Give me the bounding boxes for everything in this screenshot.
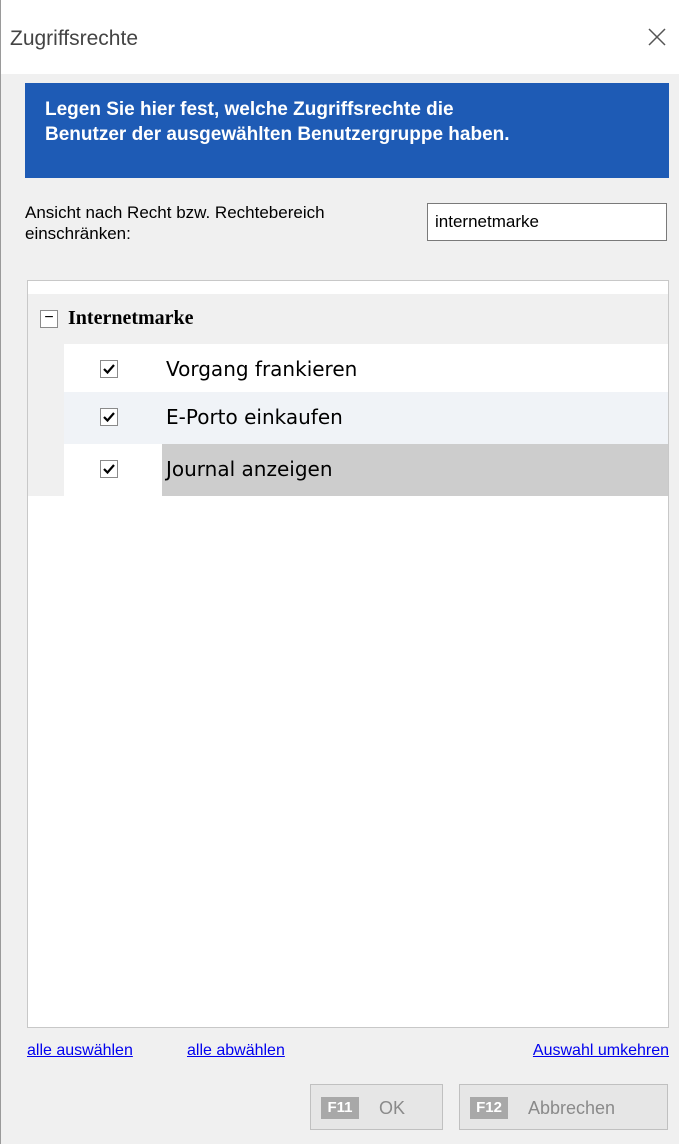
- ok-button[interactable]: F11 OK: [310, 1084, 443, 1130]
- filter-input[interactable]: [427, 203, 667, 241]
- filter-label-line2: einschränken:: [25, 224, 131, 243]
- select-all-link[interactable]: alle auswählen: [27, 1042, 133, 1060]
- permission-checkbox[interactable]: [100, 360, 118, 378]
- dialog-window: Zugriffsrechte Legen Sie hier fest, welc…: [0, 0, 679, 1144]
- info-banner: Legen Sie hier fest, welche Zugriffsrech…: [25, 83, 669, 178]
- tree-group-label: Internetmarke: [68, 307, 194, 329]
- tree-group-internetmarke[interactable]: − Internetmarke: [28, 294, 668, 344]
- shortcut-key-f11: F11: [321, 1097, 359, 1119]
- banner-text-line1: Legen Sie hier fest, welche Zugriffsrech…: [45, 99, 454, 120]
- permission-checkbox[interactable]: [100, 460, 118, 478]
- checkmark-icon: [103, 412, 115, 423]
- window-title: Zugriffsrechte: [10, 27, 138, 50]
- close-button[interactable]: [640, 20, 674, 54]
- deselect-all-link[interactable]: alle abwählen: [187, 1042, 285, 1060]
- title-bar: Zugriffsrechte: [1, 0, 679, 74]
- permission-label: Vorgang frankieren: [166, 357, 358, 381]
- banner-text-line2: Benutzer der ausgewählten Benutzergruppe…: [45, 124, 510, 145]
- checkmark-icon: [103, 364, 115, 375]
- permission-label: E-Porto einkaufen: [166, 405, 343, 429]
- filter-label: Ansicht nach Recht bzw. Rechtebereich ei…: [25, 202, 415, 244]
- permission-label: Journal anzeigen: [162, 444, 668, 496]
- tree-item-selected[interactable]: Journal anzeigen: [28, 444, 668, 496]
- collapse-icon[interactable]: −: [40, 310, 58, 328]
- filter-label-line1: Ansicht nach Recht bzw. Rechtebereich: [25, 203, 325, 222]
- tree-item[interactable]: Vorgang frankieren: [28, 344, 668, 396]
- shortcut-key-f12: F12: [470, 1097, 508, 1119]
- ok-button-label: OK: [379, 1098, 406, 1118]
- invert-selection-link[interactable]: Auswahl umkehren: [533, 1042, 669, 1060]
- permissions-tree[interactable]: − Internetmarke Vorgang frankieren E-Por…: [27, 280, 669, 1028]
- permission-checkbox[interactable]: [100, 408, 118, 426]
- cancel-button[interactable]: F12 Abbrechen: [459, 1084, 668, 1130]
- checkmark-icon: [103, 464, 115, 475]
- tree-item[interactable]: E-Porto einkaufen: [28, 392, 668, 444]
- cancel-button-label: Abbrechen: [528, 1098, 616, 1118]
- close-icon: [648, 28, 666, 46]
